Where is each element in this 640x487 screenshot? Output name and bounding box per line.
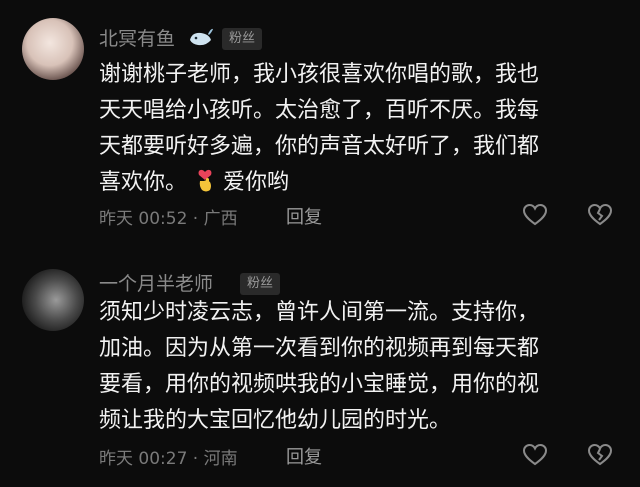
whale-icon — [190, 28, 213, 46]
comment-line: 天天唱给小孩听。太治愈了，百听不厌。我每 — [99, 98, 540, 123]
comment-line: 谢谢桃子老师，我小孩很喜欢你唱的歌，我也 — [99, 62, 540, 87]
comment-line: 频让我的大宝回忆他幼儿园的时光。 — [99, 408, 452, 433]
fan-badge: 粉丝 — [240, 273, 281, 295]
comment-item: 北冥有鱼 粉丝 谢谢桃子老师，我小孩很喜欢你唱的歌，我也 天天唱给小孩听。太治愈… — [0, 0, 640, 250]
comment-line: 须知少时凌云志，曾许人间第一流。支持你， — [99, 300, 540, 325]
comment-line: 要看，用你的视频哄我的小宝睡觉，用你的视 — [99, 372, 540, 397]
heart-icon[interactable] — [522, 443, 548, 467]
reply-button[interactable]: 回复 — [286, 443, 322, 469]
heart-icon[interactable] — [522, 203, 548, 227]
avatar[interactable] — [22, 18, 84, 80]
broken-heart-icon[interactable] — [587, 203, 613, 227]
broken-heart-icon[interactable] — [587, 443, 613, 467]
comment-item: 一个月半老师 粉丝 须知少时凌云志，曾许人间第一流。支持你， 加油。因为从第一次… — [0, 255, 640, 487]
username[interactable]: 北冥有鱼 — [99, 24, 175, 51]
reply-button[interactable]: 回复 — [286, 203, 322, 229]
username[interactable]: 一个月半老师 — [99, 269, 213, 296]
comment-line: 喜欢你。 爱你哟 — [99, 165, 619, 201]
comment-line: 天都要听好多遍，你的声音太好听了，我们都 — [99, 134, 540, 159]
avatar[interactable] — [22, 269, 84, 331]
comment-meta: 昨天 00:27 · 河南 — [99, 449, 238, 469]
fan-badge: 粉丝 — [222, 28, 263, 50]
finger-heart-icon — [198, 169, 212, 192]
comment-line-text: 喜欢你。 — [99, 170, 188, 195]
comment-line: 加油。因为从第一次看到你的视频再到每天都 — [99, 336, 540, 361]
comment-text: 须知少时凌云志，曾许人间第一流。支持你， 加油。因为从第一次看到你的视频再到每天… — [99, 295, 619, 439]
comment-meta: 昨天 00:52 · 广西 — [99, 209, 238, 229]
comment-text: 谢谢桃子老师，我小孩很喜欢你唱的歌，我也 天天唱给小孩听。太治愈了，百听不厌。我… — [99, 57, 619, 201]
comment-line-text: 爱你哟 — [223, 170, 290, 195]
